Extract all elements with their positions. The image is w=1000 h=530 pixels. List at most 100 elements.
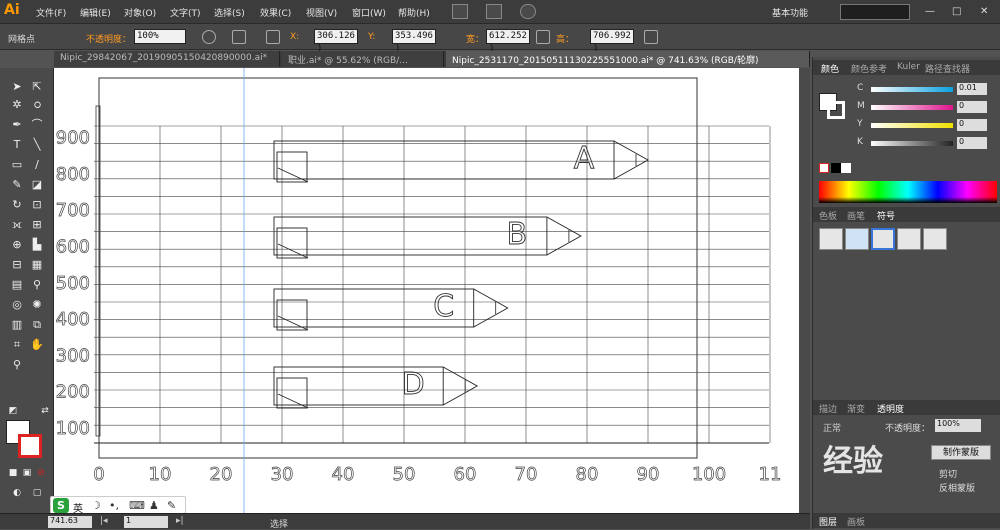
default-colors-icon[interactable]: ◩ [6, 404, 20, 418]
menu-file[interactable]: 文件(F) [36, 6, 66, 19]
artboard[interactable]: 0 10 20 30 40 50 60 70 80 90 100 11 100 200 300 400 500 6… [54, 68, 810, 513]
transform-icon[interactable] [232, 30, 246, 44]
tab-transparency[interactable]: 透明度 [877, 402, 904, 415]
tab-document-1[interactable]: Nipic_29842067_20190905150420890000.ai* [54, 51, 280, 67]
tab-symbols[interactable]: 符号 [877, 209, 895, 222]
width-input[interactable]: 612.252 ) [486, 29, 530, 54]
tab-brushes[interactable]: 画笔 [847, 209, 865, 222]
symbol-sprayer-icon[interactable]: ✺ [30, 298, 44, 312]
white-swatch[interactable] [841, 163, 851, 173]
link-icon[interactable] [536, 30, 550, 44]
channel-k-input[interactable]: 0 [957, 137, 987, 149]
perspective-grid-icon[interactable]: ⊟ [10, 258, 24, 272]
eraser-icon[interactable]: ◪ [30, 178, 44, 192]
x-input[interactable]: 306.126 ) [314, 29, 358, 54]
artboard-number-field[interactable]: 1 [124, 516, 168, 528]
tab-swatches[interactable]: 色板 [819, 209, 837, 222]
symbol-item-2[interactable] [845, 228, 869, 250]
close-button[interactable]: ✕ [980, 6, 988, 17]
y-input[interactable]: 353.496 ) [392, 29, 436, 54]
hand-tool-icon[interactable]: ✋ [30, 338, 44, 352]
menu-help[interactable]: 帮助(H) [398, 6, 430, 19]
graph-tool-icon[interactable]: ▥ [10, 318, 24, 332]
moon-icon[interactable]: ☽ [91, 499, 101, 512]
ime-toolbar[interactable]: S 英 ☽ •, ⌨ ♟ ✎ [50, 496, 186, 515]
line-tool-icon[interactable]: ╲ [30, 138, 44, 152]
keyboard-icon[interactable]: ⌨ [129, 499, 145, 512]
shape-builder-icon[interactable]: ⊕ [10, 238, 24, 252]
align-icon[interactable] [644, 30, 658, 44]
blend-tool-icon[interactable]: ◎ [10, 298, 24, 312]
first-artboard-icon[interactable]: |◂ [100, 516, 108, 526]
swap-colors-icon[interactable]: ⇄ [38, 404, 52, 418]
gpu-icon[interactable] [520, 4, 536, 19]
symbol-item-1[interactable] [819, 228, 843, 250]
menu-window[interactable]: 窗口(W) [352, 6, 386, 19]
draw-mode-icon[interactable]: ◐ [10, 486, 24, 500]
tab-color[interactable]: 颜色 [821, 62, 839, 75]
settings-icon[interactable]: ✎ [167, 499, 176, 512]
rotate-icon[interactable]: ↻ [10, 198, 24, 212]
tab-layers[interactable]: 图层 [819, 515, 837, 528]
clip-checkbox-label[interactable]: 剪切 [939, 467, 957, 480]
channel-m-input[interactable]: 0 [957, 101, 987, 113]
stroke-swatch[interactable] [18, 434, 42, 458]
none-mode-icon[interactable]: ⊘ [34, 466, 48, 480]
vertical-scrollbar[interactable] [799, 68, 810, 513]
zoom-field[interactable]: 741.63 [48, 516, 92, 528]
blend-mode-select[interactable]: 正常 [823, 421, 841, 434]
invert-mask-label[interactable]: 反相蒙版 [939, 481, 975, 494]
make-mask-button[interactable]: 制作蒙版 [931, 445, 991, 460]
menu-select[interactable]: 选择(S) [214, 6, 245, 19]
menu-type[interactable]: 文字(T) [170, 6, 201, 19]
height-input[interactable]: 706.992 ) [590, 29, 634, 54]
skin-icon[interactable]: ♟ [149, 499, 159, 512]
direct-selection-tool-icon[interactable]: ⇱ [30, 80, 44, 94]
ime-logo[interactable]: S [53, 498, 69, 513]
tab-artboards[interactable]: 画板 [847, 515, 865, 528]
color-mode-icon[interactable]: ■ [6, 466, 20, 480]
punctuation-icon[interactable]: •, [109, 499, 119, 512]
paintbrush-icon[interactable]: ∕ [30, 158, 44, 172]
curvature-icon[interactable]: ⌒ [30, 118, 44, 132]
canvas[interactable]: 0 10 20 30 40 50 60 70 80 90 100 11 100 200 300 400 500 6… [54, 68, 810, 513]
minimize-button[interactable]: — [925, 6, 935, 17]
eyedropper-icon[interactable]: ⚲ [30, 278, 44, 292]
mesh-tool-icon[interactable]: ▦ [30, 258, 44, 272]
menu-effect[interactable]: 效果(C) [260, 6, 291, 19]
rectangle-tool-icon[interactable]: ▭ [10, 158, 24, 172]
maximize-button[interactable]: □ [952, 6, 961, 17]
opacity-label[interactable]: 不透明度： [86, 32, 131, 45]
tab-kuler[interactable]: Kuler [897, 62, 920, 72]
none-swatch[interactable] [819, 163, 829, 173]
gradient-tool-icon[interactable]: ▤ [10, 278, 24, 292]
symbol-item-5-search-icon[interactable] [923, 228, 947, 250]
pencil-icon[interactable]: ✎ [10, 178, 24, 192]
channel-c-slider[interactable] [871, 87, 953, 92]
reference-point-icon[interactable] [266, 30, 280, 44]
next-artboard-icon[interactable]: ▸| [176, 516, 184, 526]
channel-y-input[interactable]: 0 [957, 119, 987, 131]
lasso-icon[interactable]: ഠ [30, 98, 44, 112]
free-transform-icon[interactable]: ⊞ [30, 218, 44, 232]
tab-document-active[interactable]: Nipic_2531170_20150511130225551000.ai* @… [446, 51, 810, 67]
tab-stroke[interactable]: 描边 [819, 402, 837, 415]
symbol-item-4[interactable] [897, 228, 921, 250]
tab-document-2[interactable]: 职业.ai* @ 55.62% (RGB/... [282, 51, 444, 67]
channel-c-input[interactable]: 0.01 [957, 83, 987, 95]
opacity-input[interactable]: 100% [134, 29, 186, 44]
width-tool-icon[interactable]: ⟗ [10, 218, 24, 232]
search-input[interactable] [840, 4, 910, 20]
recolor-icon[interactable] [202, 30, 216, 44]
tab-color-guide[interactable]: 颜色参考 [851, 62, 887, 75]
artboard-tool-icon[interactable]: ⧉ [30, 318, 44, 332]
scale-icon[interactable]: ⊡ [30, 198, 44, 212]
bridge-icon[interactable] [452, 4, 468, 19]
symbol-item-3[interactable] [871, 228, 895, 250]
live-paint-icon[interactable]: ▙ [30, 238, 44, 252]
pen-tool-icon[interactable]: ✒ [10, 118, 24, 132]
arrange-documents-icon[interactable] [486, 4, 502, 19]
menu-edit[interactable]: 编辑(E) [80, 6, 111, 19]
tab-pathfinder[interactable]: 路径查找器 [925, 62, 970, 75]
black-swatch[interactable] [831, 163, 841, 173]
